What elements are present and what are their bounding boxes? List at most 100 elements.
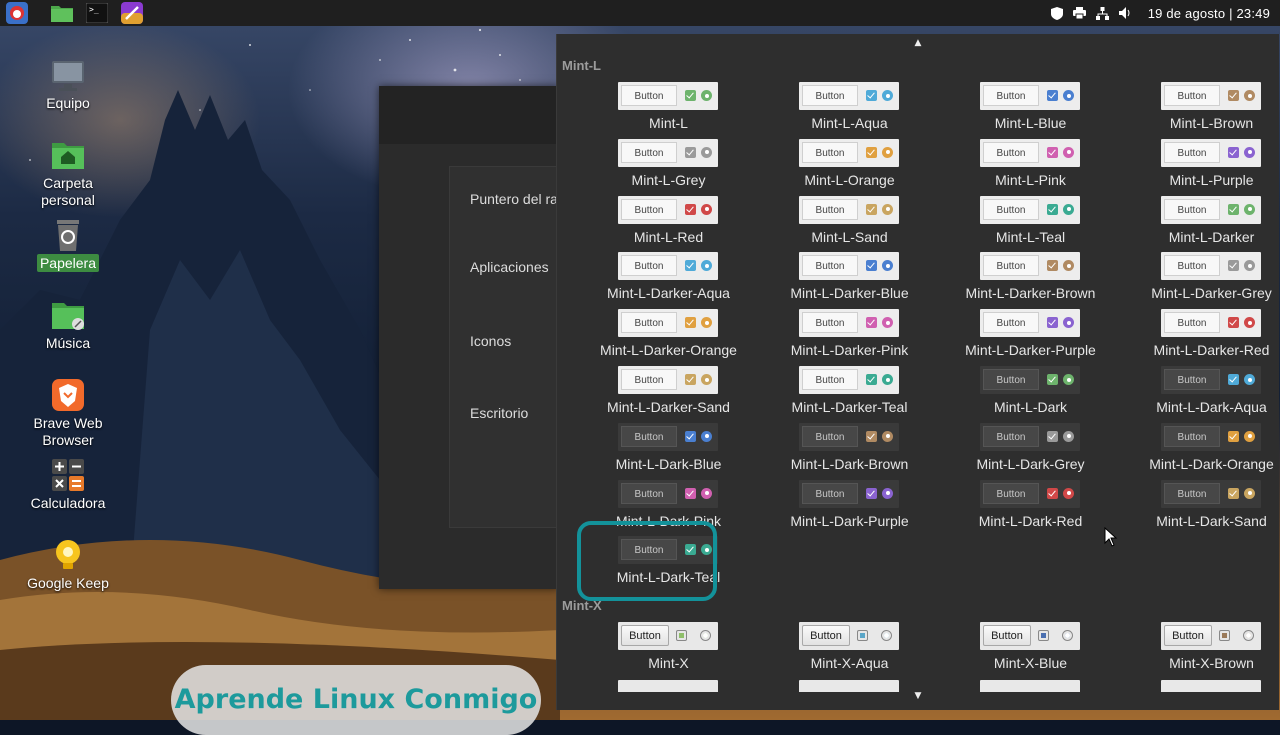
preview-button: Button (983, 625, 1031, 646)
theme-tile-partial[interactable] (578, 680, 759, 692)
preview-radio-icon (701, 487, 712, 499)
app-menu-icon[interactable] (4, 2, 30, 24)
home-folder-icon (52, 143, 84, 169)
theme-tile-partial[interactable] (1121, 680, 1279, 692)
preview-checkbox-icon (1047, 430, 1058, 442)
file-manager-icon[interactable] (49, 2, 75, 24)
preview-radio-icon (701, 260, 712, 272)
volume-icon[interactable] (1119, 6, 1133, 20)
desktop-icon-label: Equipo (46, 95, 90, 111)
theme-tile[interactable]: Button Mint-L-Dark-Red (940, 479, 1121, 537)
theme-name: Mint-L-Orange (804, 171, 895, 188)
theme-tile[interactable]: Button Mint-L-Darker-Purple (940, 309, 1121, 366)
theme-tile[interactable]: Button Mint-L-Dark-Orange (1121, 422, 1279, 480)
settings-item-applications[interactable]: Aplicaciones (470, 259, 549, 275)
theme-tile[interactable]: Button Mint-X-Blue (940, 622, 1121, 679)
theme-tile[interactable]: Button Mint-L-Dark-Aqua (1121, 366, 1279, 423)
preview-radio-icon (1063, 203, 1074, 215)
theme-tile[interactable]: Button Mint-L-Darker-Blue (759, 252, 940, 309)
theme-tile[interactable]: Button Mint-L-Darker-Teal (759, 366, 940, 423)
preview-checkbox-icon (685, 317, 696, 329)
shield-icon[interactable] (1050, 6, 1064, 20)
theme-name: Mint-L-Darker-Orange (600, 342, 737, 359)
theme-tile[interactable]: Button Mint-L (578, 82, 759, 139)
desktop-icon-equipo[interactable]: Equipo (8, 57, 128, 112)
preview-checkbox-icon (1228, 374, 1239, 385)
theme-name: Mint-L-Pink (995, 171, 1066, 188)
theme-tile[interactable]: Button Mint-L-Darker-Pink (759, 309, 940, 366)
settings-item-icons[interactable]: Iconos (470, 333, 511, 349)
settings-item-mouse-pointer[interactable]: Puntero del ra (470, 191, 558, 207)
preview-checkbox-mark (860, 633, 865, 638)
desktop-icon-brave[interactable]: Brave Web Browser (8, 377, 128, 449)
theme-tile[interactable]: Button Mint-L-Darker-Sand (578, 366, 759, 423)
desktop-icon-papelera[interactable]: Papelera (8, 217, 128, 272)
preview-button: Button (802, 85, 858, 106)
top-panel: >_ 19 de agosto | 23:49 (0, 0, 1280, 26)
preview-button: Button (983, 141, 1039, 163)
theme-tile[interactable]: Button Mint-L-Red (578, 195, 759, 253)
theme-tile[interactable]: Button Mint-L-Purple (1121, 138, 1279, 196)
preview-checkbox-icon (866, 430, 877, 442)
theme-tile[interactable]: Button Mint-L-Blue (940, 82, 1121, 139)
theme-tile[interactable]: Button Mint-L-Brown (1121, 82, 1279, 139)
theme-tile[interactable]: Button Mint-X (578, 622, 759, 679)
theme-tile[interactable]: Button Mint-L-Darker-Grey (1121, 252, 1279, 309)
desktop-icon-musica[interactable]: Música (8, 297, 128, 352)
preview-checkbox-icon (866, 374, 877, 385)
settings-item-desktop[interactable]: Escritorio (470, 405, 528, 421)
mouse-cursor-icon (1104, 527, 1118, 547)
theme-preview: Button (1161, 138, 1261, 167)
theme-tile[interactable]: Button Mint-L-Dark-Blue (578, 422, 759, 480)
preview-radio-icon (1244, 203, 1255, 215)
terminal-icon[interactable]: >_ (84, 2, 110, 24)
theme-name: Mint-L-Teal (995, 228, 1066, 245)
preview-radio-icon (882, 90, 893, 101)
theme-preview: Button (799, 138, 899, 167)
theme-name: Mint-L-Darker-Red (1153, 342, 1270, 359)
theme-tile[interactable]: Button Mint-L-Pink (940, 138, 1121, 196)
desktop-icon-google-keep[interactable]: Google Keep (8, 537, 128, 592)
desktop-icon-carpeta-personal[interactable]: Carpeta personal (8, 137, 128, 209)
theme-preview: Button (1161, 82, 1261, 110)
preview-radio-icon (1063, 430, 1074, 442)
theme-tile[interactable]: Button Mint-L-Aqua (759, 82, 940, 139)
trash-icon (57, 220, 79, 251)
theme-tile[interactable]: Button Mint-X-Brown (1121, 622, 1279, 679)
theme-tile[interactable]: Button Mint-L-Darker-Red (1121, 309, 1279, 366)
theme-tile[interactable]: Button Mint-X-Aqua (759, 622, 940, 679)
theme-tile[interactable]: Button Mint-L-Darker-Brown (940, 252, 1121, 309)
preview-button: Button (621, 425, 677, 447)
scroll-down-arrow-icon[interactable]: ▼ (913, 691, 923, 701)
theme-name: Mint-L-Darker-Pink (790, 342, 909, 359)
theme-tile[interactable]: Button Mint-L-Darker (1121, 195, 1279, 253)
theme-tile[interactable]: Button Mint-L-Teal (940, 195, 1121, 253)
theme-name: Mint-L-Grey (631, 171, 706, 188)
theme-tile[interactable]: Button Mint-L-Dark-Purple (759, 479, 940, 537)
clock[interactable]: 19 de agosto | 23:49 (1148, 6, 1270, 21)
theme-tile[interactable]: Button Mint-L-Dark-Grey (940, 422, 1121, 480)
theme-name: Mint-L-Dark-Red (978, 512, 1083, 529)
desktop-icon-label: Papelera (36, 254, 100, 272)
scroll-up-arrow-icon[interactable]: ▲ (913, 38, 923, 48)
preview-radio-icon (1063, 487, 1074, 499)
preview-checkbox-icon (866, 203, 877, 215)
theme-tile[interactable]: Button Mint-L-Orange (759, 138, 940, 196)
theme-tile[interactable]: Button Mint-L-Dark (940, 366, 1121, 423)
brush-icon[interactable] (119, 2, 145, 24)
theme-tile[interactable]: Button Mint-L-Darker-Aqua (578, 252, 759, 309)
theme-tile-partial[interactable] (759, 680, 940, 692)
theme-tile-partial[interactable] (940, 680, 1121, 692)
theme-name: Mint-L-Dark-Sand (1156, 512, 1267, 529)
printer-icon[interactable] (1073, 6, 1087, 20)
preview-button: Button (802, 312, 858, 334)
desktop-icon-calculadora[interactable]: Calculadora (8, 457, 128, 512)
theme-tile[interactable]: Button Mint-L-Darker-Orange (578, 309, 759, 366)
theme-tile[interactable]: Button Mint-L-Dark-Brown (759, 422, 940, 480)
theme-tile[interactable]: Button Mint-L-Sand (759, 195, 940, 253)
network-icon[interactable] (1096, 6, 1110, 20)
preview-checkbox-icon (1047, 146, 1058, 158)
preview-button: Button (621, 625, 669, 646)
theme-tile[interactable]: Button Mint-L-Grey (578, 138, 759, 196)
theme-tile[interactable]: Button Mint-L-Dark-Sand (1121, 479, 1279, 537)
